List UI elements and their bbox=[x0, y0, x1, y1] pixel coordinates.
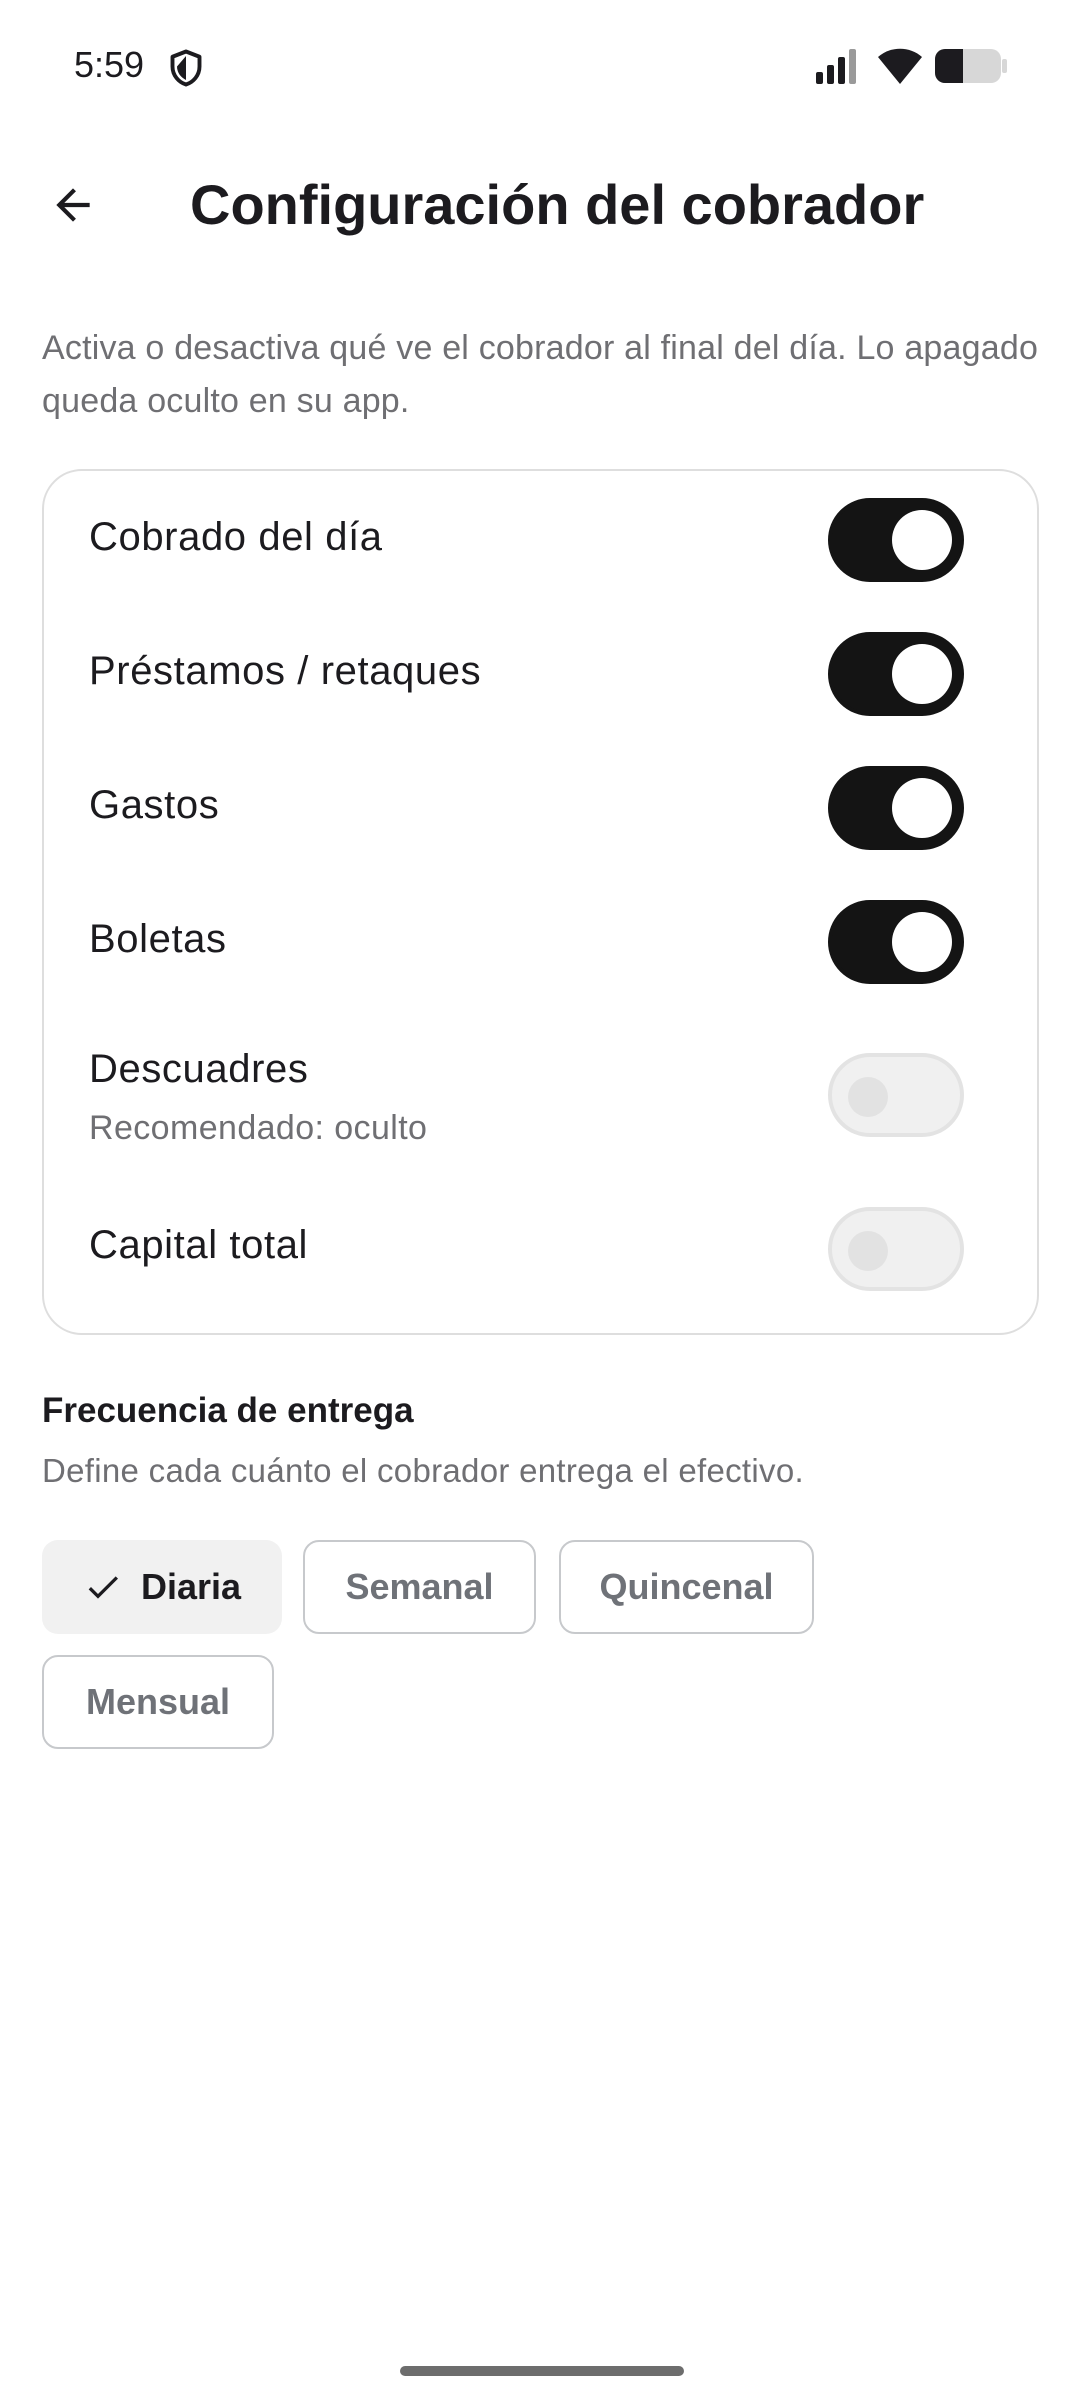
toggle-descuadres[interactable] bbox=[828, 1053, 964, 1137]
toggle-prestamos-retaques[interactable] bbox=[828, 632, 964, 716]
arrow-back-icon bbox=[56, 188, 90, 222]
check-icon bbox=[88, 1576, 118, 1599]
status-bar: 5:59 bbox=[0, 0, 1080, 130]
screen: 5:59 Configuración del cobrador Activa o… bbox=[0, 0, 1080, 2400]
chip-diaria[interactable]: Diaria bbox=[42, 1540, 282, 1634]
page-title: Configuración del cobrador bbox=[190, 173, 925, 236]
switch-thumb bbox=[848, 1231, 888, 1271]
toggle-boletas[interactable] bbox=[828, 900, 964, 984]
chip-semanal[interactable]: Semanal bbox=[303, 1540, 536, 1634]
switch-thumb bbox=[848, 1077, 888, 1117]
frequency-description: Define cada cuánto el cobrador entrega e… bbox=[42, 1452, 804, 1489]
visibility-settings-card: Cobrado del día Préstamos / retaques Gas… bbox=[42, 469, 1039, 1335]
setting-label: Préstamos / retaques bbox=[89, 649, 482, 693]
chip-label: Quincenal bbox=[599, 1566, 774, 1607]
toggle-gastos[interactable] bbox=[828, 766, 964, 850]
switch-thumb bbox=[892, 912, 952, 972]
setting-label: Capital total bbox=[89, 1223, 309, 1267]
switch-thumb bbox=[892, 778, 952, 838]
setting-sublabel: Recomendado: oculto bbox=[89, 1109, 428, 1147]
switch-thumb bbox=[892, 644, 952, 704]
toggle-cobrado-del-dia[interactable] bbox=[828, 498, 964, 582]
frequency-title: Frecuencia de entrega bbox=[42, 1391, 414, 1430]
setting-row-boletas: Boletas bbox=[44, 873, 1037, 1013]
signal-icon bbox=[816, 49, 856, 84]
home-indicator[interactable] bbox=[400, 2366, 684, 2376]
wifi-icon bbox=[878, 48, 922, 84]
chip-label: Mensual bbox=[85, 1681, 231, 1722]
setting-label: Descuadres bbox=[89, 1047, 309, 1091]
chip-mensual[interactable]: Mensual bbox=[42, 1655, 274, 1749]
setting-label: Boletas bbox=[89, 917, 227, 961]
setting-row-prestamos: Préstamos / retaques bbox=[44, 605, 1037, 745]
intro-text: Activa o desactiva qué ve el cobrador al… bbox=[42, 329, 1039, 420]
setting-row-cobrado: Cobrado del día bbox=[44, 471, 1037, 611]
battery-icon bbox=[935, 49, 1007, 83]
chip-label: Diaria bbox=[140, 1566, 242, 1607]
setting-row-capital-total: Capital total bbox=[44, 1183, 1037, 1323]
setting-label: Gastos bbox=[89, 783, 220, 827]
toggle-capital-total[interactable] bbox=[828, 1207, 964, 1291]
switch-thumb bbox=[892, 510, 952, 570]
setting-row-descuadres: Descuadres Recomendado: oculto bbox=[44, 1007, 1037, 1177]
app-bar: Configuración del cobrador bbox=[0, 150, 1080, 260]
chip-quincenal[interactable]: Quincenal bbox=[559, 1540, 814, 1634]
chip-label: Semanal bbox=[345, 1566, 494, 1607]
back-button[interactable] bbox=[30, 170, 116, 240]
setting-label: Cobrado del día bbox=[89, 515, 383, 559]
shield-icon bbox=[170, 49, 202, 87]
setting-row-gastos: Gastos bbox=[44, 739, 1037, 879]
status-time: 5:59 bbox=[74, 44, 145, 85]
